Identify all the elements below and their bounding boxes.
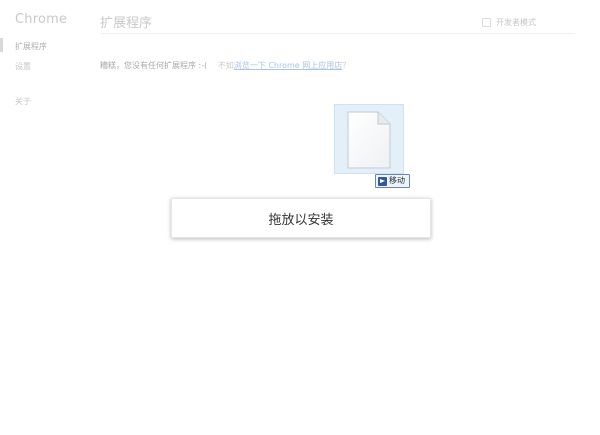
page-title: 扩展程序 <box>100 16 153 31</box>
dragged-file-ghost <box>334 104 404 174</box>
brand-title: Chrome <box>15 12 68 27</box>
drop-to-install-zone[interactable]: 拖放以安装 <box>171 198 431 238</box>
move-arrow-icon <box>378 176 387 186</box>
developer-mode-toggle[interactable]: 开发者模式 <box>482 17 536 28</box>
sidebar-item-about[interactable]: 关于 <box>15 96 31 107</box>
drag-move-badge: 移动 <box>375 174 410 188</box>
header-divider <box>100 33 575 34</box>
empty-state-message: 糟糕，您没有任何扩展程序 :-( 不如浏览一下 Chrome 网上应用店？ <box>100 60 350 71</box>
no-extensions-text: 糟糕，您没有任何扩展程序 :-( <box>100 61 208 70</box>
developer-mode-checkbox[interactable] <box>482 18 491 27</box>
sidebar-item-extensions[interactable]: 扩展程序 <box>15 41 47 52</box>
sidebar-item-settings[interactable]: 设置 <box>15 61 31 72</box>
move-badge-label: 移动 <box>389 176 405 185</box>
developer-mode-label: 开发者模式 <box>496 18 536 27</box>
drop-to-install-label: 拖放以安装 <box>268 212 334 228</box>
suggestion-prefix: 不如 <box>217 61 234 70</box>
active-nav-marker <box>0 38 3 52</box>
suggestion-suffix: ？ <box>342 61 351 70</box>
blank-file-icon <box>347 111 391 169</box>
web-store-link[interactable]: 浏览一下 Chrome 网上应用店 <box>234 61 342 70</box>
chrome-extensions-page: Chrome 扩展程序 设置 关于 扩展程序 开发者模式 糟糕，您没有任何扩展程… <box>0 0 600 435</box>
sidebar: Chrome 扩展程序 设置 关于 <box>0 0 90 435</box>
